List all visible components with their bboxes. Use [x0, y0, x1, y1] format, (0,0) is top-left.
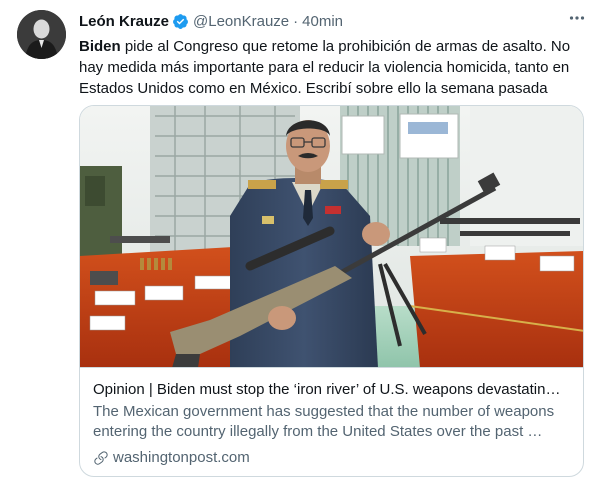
tweet-text-bold: Biden	[79, 38, 121, 55]
card-description[interactable]: The Mexican government has suggested tha…	[93, 402, 572, 442]
avatar[interactable]	[17, 10, 66, 59]
verified-badge-icon	[172, 13, 189, 30]
card-info[interactable]: Opinion | Biden must stop the ‘iron rive…	[80, 368, 583, 476]
more-options-icon[interactable]	[567, 8, 587, 28]
card-domain-row[interactable]: washingtonpost.com	[93, 448, 572, 468]
card-image[interactable]	[80, 106, 583, 368]
author-handle[interactable]: @LeonKrauze	[193, 13, 289, 30]
tweet-text: Biden pide al Congreso que retome la pro…	[79, 36, 589, 99]
tweet[interactable]: León Krauze @LeonKrauze · 40min Biden pi…	[0, 0, 607, 491]
link-card[interactable]: Opinion | Biden must stop the ‘iron rive…	[79, 105, 584, 477]
card-title[interactable]: Opinion | Biden must stop the ‘iron rive…	[93, 380, 572, 400]
author-name[interactable]: León Krauze	[79, 13, 169, 30]
timestamp[interactable]: 40min	[302, 13, 343, 30]
card-domain[interactable]: washingtonpost.com	[113, 448, 250, 468]
tweet-header: León Krauze @LeonKrauze · 40min	[79, 10, 589, 32]
link-icon	[93, 450, 109, 466]
separator-dot: ·	[293, 12, 299, 30]
tweet-text-rest: pide al Congreso que retome la prohibici…	[79, 38, 571, 97]
